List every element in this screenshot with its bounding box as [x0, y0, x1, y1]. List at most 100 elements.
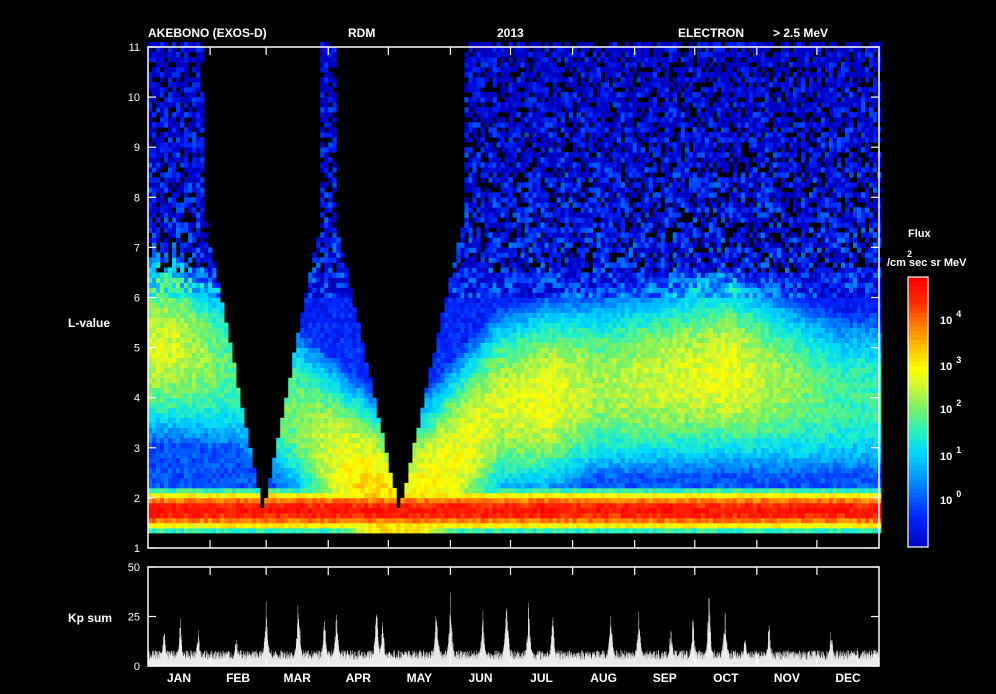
heatmap-cell	[220, 352, 225, 358]
heatmap-cell	[512, 517, 517, 524]
heatmap-cell	[336, 307, 341, 313]
heatmap-cell	[480, 62, 485, 68]
heatmap-cell	[196, 102, 201, 108]
heatmap-cell	[168, 72, 173, 78]
heatmap-cell	[232, 528, 237, 534]
heatmap-cell	[336, 462, 341, 469]
heatmap-cell	[368, 522, 373, 529]
heatmap-cell	[508, 367, 513, 373]
heatmap-cell	[204, 357, 209, 363]
heatmap-cell	[496, 442, 501, 449]
heatmap-cell	[488, 132, 493, 138]
heatmap-cell	[320, 332, 325, 338]
heatmap-cell	[464, 202, 469, 208]
heatmap-cell	[372, 422, 377, 429]
heatmap-cell	[192, 487, 197, 494]
heatmap-cell	[236, 452, 241, 459]
heatmap-cell	[524, 432, 529, 439]
heatmap-cell	[220, 377, 225, 384]
heatmap-cell	[436, 457, 441, 464]
heatmap-cell	[200, 497, 205, 504]
heatmap-cell	[184, 502, 189, 509]
heatmap-cell	[316, 432, 321, 439]
heatmap-cell	[452, 447, 457, 454]
heatmap-cell	[232, 487, 237, 494]
heatmap-cell	[192, 152, 197, 158]
heatmap-cell	[296, 417, 301, 424]
heatmap-cell	[160, 222, 165, 228]
heatmap-cell	[412, 487, 417, 494]
heatmap-cell	[504, 457, 509, 464]
heatmap-cell	[508, 222, 513, 228]
heatmap-cell	[476, 362, 481, 368]
heatmap-cell	[288, 437, 293, 444]
heatmap-cell	[488, 152, 493, 158]
heatmap-cell	[300, 352, 305, 358]
heatmap-cell	[304, 362, 309, 368]
heatmap-cell	[196, 77, 201, 83]
heatmap-cell	[524, 492, 529, 499]
heatmap-cell	[240, 467, 245, 474]
heatmap-cell	[156, 472, 161, 479]
heatmap-cell	[424, 392, 429, 399]
heatmap-cell	[444, 347, 449, 353]
heatmap-cell	[316, 322, 321, 328]
heatmap-cell	[408, 492, 413, 499]
heatmap-cell	[476, 307, 481, 313]
heatmap-cell	[160, 102, 165, 108]
heatmap-cell	[252, 477, 257, 484]
heatmap-cell	[484, 422, 489, 429]
heatmap-cell	[188, 497, 193, 504]
heatmap-cell	[476, 82, 481, 88]
heatmap-cell	[484, 147, 489, 153]
heatmap-cell	[164, 322, 169, 328]
header-year: 2013	[497, 26, 524, 40]
heatmap-cell	[476, 512, 481, 519]
heatmap-cell	[336, 402, 341, 409]
heatmap-cell	[432, 482, 437, 489]
heatmap-cell	[492, 67, 497, 73]
heatmap-cell	[496, 457, 501, 464]
heatmap-cell	[156, 447, 161, 454]
heatmap-cell	[164, 437, 169, 444]
heatmap-cell	[512, 412, 517, 419]
heatmap-cell	[340, 352, 345, 358]
heatmap-cell	[332, 427, 337, 434]
heatmap-cell	[308, 422, 313, 429]
heatmap-cell	[452, 347, 457, 353]
heatmap-cell	[524, 437, 529, 444]
heatmap-cell	[316, 377, 321, 384]
heatmap-cell	[152, 177, 157, 183]
heatmap-cell	[468, 62, 473, 68]
heatmap-cell	[176, 342, 181, 348]
heatmap-cell	[508, 417, 513, 424]
heatmap-cell	[184, 187, 189, 193]
heatmap-cell	[172, 232, 177, 238]
heatmap-cell	[528, 332, 533, 338]
heatmap-cell	[504, 277, 509, 283]
heatmap-cell	[204, 477, 209, 484]
heatmap-cell	[472, 172, 477, 178]
heatmap-cell	[524, 302, 529, 308]
heatmap-cell	[208, 317, 213, 323]
heatmap-cell	[204, 252, 209, 258]
heatmap-cell	[164, 227, 169, 233]
heatmap-cell	[308, 397, 313, 404]
heatmap-cell	[512, 212, 517, 218]
heatmap-cell	[156, 142, 161, 148]
heatmap-cell	[212, 332, 217, 338]
heatmap-cell	[316, 512, 321, 519]
heatmap-cell	[440, 377, 445, 384]
heatmap-cell	[520, 47, 525, 53]
heatmap-cell	[476, 277, 481, 283]
heatmap-cell	[216, 452, 221, 459]
heatmap-cell	[288, 392, 293, 399]
heatmap-cell	[332, 82, 337, 88]
heatmap-cell	[196, 357, 201, 363]
heatmap-cell	[220, 457, 225, 464]
heatmap-cell	[472, 272, 477, 278]
heatmap-cell	[304, 352, 309, 358]
heatmap-cell	[324, 62, 329, 68]
heatmap-cell	[312, 342, 317, 348]
heatmap-cell	[412, 502, 417, 509]
